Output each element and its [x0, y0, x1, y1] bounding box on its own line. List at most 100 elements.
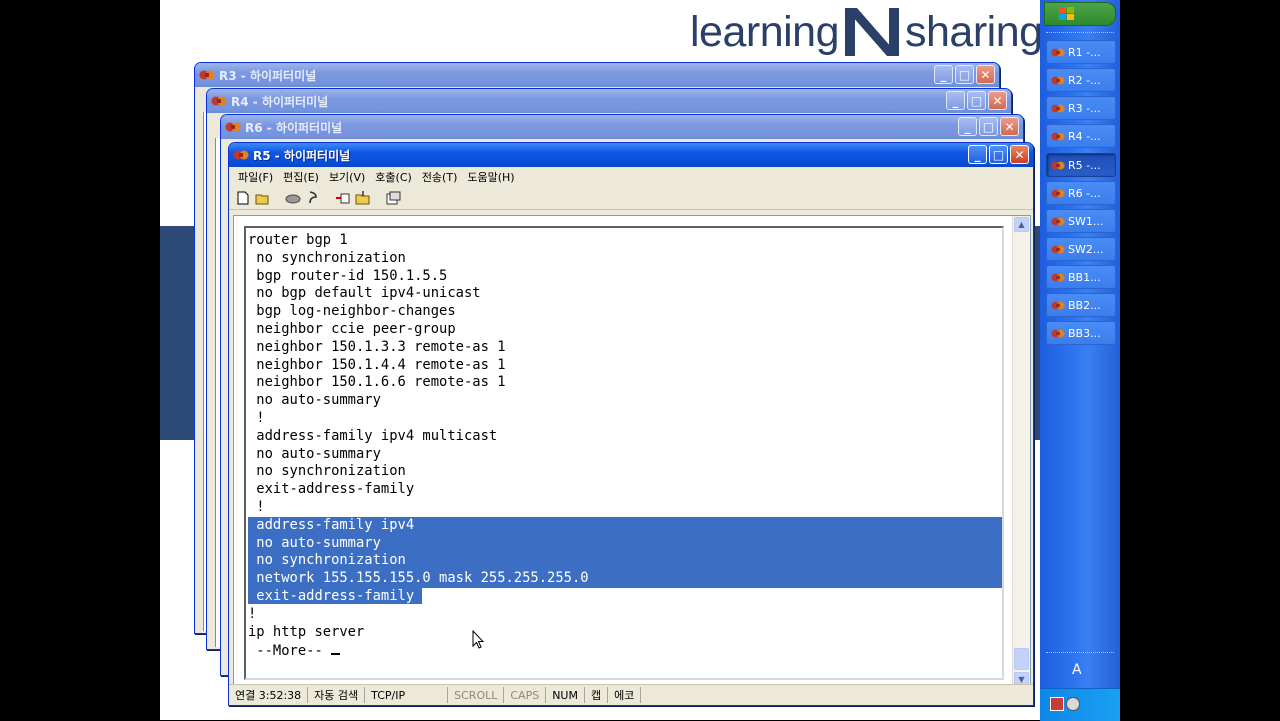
scroll-up-button[interactable]: ▲: [1014, 217, 1029, 232]
taskbar-button[interactable]: R1 -...: [1046, 40, 1116, 64]
close-button[interactable]: ✕: [976, 65, 995, 84]
menu-view[interactable]: 보기(V): [324, 169, 370, 185]
taskbar-button[interactable]: BB2...: [1046, 293, 1116, 317]
taskbar-button[interactable]: R5 -...: [1046, 153, 1116, 177]
taskbar-button[interactable]: BB1...: [1046, 265, 1116, 289]
maximize-icon: □: [992, 147, 1005, 162]
menu-help[interactable]: 도움말(H): [462, 169, 519, 185]
taskbar-button[interactable]: R2 -...: [1046, 68, 1116, 92]
hyperterminal-icon: [1051, 273, 1065, 281]
terminal-output[interactable]: router bgp 1 no synchronization bgp rout…: [244, 226, 1004, 680]
taskbar-button[interactable]: SW1...: [1046, 209, 1116, 233]
maximize-icon: □: [970, 93, 983, 108]
window-r4-titlebar[interactable]: R4 - 하이퍼터미널 _ □ ✕: [207, 89, 1011, 113]
close-button[interactable]: ✕: [1000, 117, 1019, 136]
right-letterbox: [1120, 0, 1280, 720]
window-r5[interactable]: R5 - 하이퍼터미널 _ □ ✕ 파일(F) 편집(E) 보기(V) 호출(C…: [228, 142, 1034, 706]
menu-file[interactable]: 파일(F): [233, 169, 278, 185]
tray-app-icon[interactable]: [1050, 697, 1064, 711]
close-button[interactable]: ✕: [988, 91, 1007, 110]
terminal-line: router bgp 1: [248, 232, 348, 248]
taskbar-button-label: BB1...: [1068, 270, 1101, 284]
close-icon: ✕: [1014, 147, 1025, 162]
taskbar-button[interactable]: BB3...: [1046, 321, 1116, 345]
logo-mark-icon: [845, 8, 899, 56]
scroll-down-icon: ▼: [1018, 675, 1025, 684]
minimize-button[interactable]: _: [934, 65, 953, 84]
hyperterminal-icon: [1051, 104, 1065, 112]
close-icon: ✕: [992, 93, 1003, 108]
close-icon: ✕: [1004, 119, 1015, 134]
window-r6-titlebar[interactable]: R6 - 하이퍼터미널 _ □ ✕: [221, 115, 1023, 139]
terminal-line-selected-partial: exit-address-family: [248, 587, 1002, 606]
maximize-button[interactable]: □: [967, 91, 986, 110]
status-auto-detect: 자동 검색: [308, 687, 366, 703]
terminal-prompt-line: --More--: [248, 641, 1002, 659]
terminal-line: neighbor ccie peer-group: [248, 320, 456, 337]
minimize-icon: _: [940, 67, 947, 82]
taskbar-button-label: BB3...: [1068, 326, 1101, 340]
terminal-line: ip http server: [248, 623, 365, 640]
start-button[interactable]: [1044, 2, 1116, 26]
tray-volume-icon[interactable]: [1066, 697, 1080, 711]
taskbar-button[interactable]: SW2...: [1046, 237, 1116, 261]
taskbar-button-label: R2 -...: [1068, 73, 1101, 87]
terminal-line: no auto-summary: [248, 445, 381, 462]
window-r6-title: R6 - 하이퍼터미널: [245, 120, 343, 135]
terminal-line: no synchronization: [248, 249, 406, 266]
terminal-line-selected: network 155.155.155.0 mask 255.255.255.0: [248, 570, 1002, 588]
maximize-button[interactable]: □: [979, 117, 998, 136]
maximize-button[interactable]: □: [955, 65, 974, 84]
new-button[interactable]: [235, 190, 251, 206]
learning-sharing-logo: learning sharing: [690, 4, 1043, 60]
hyperterminal-icon: [1051, 76, 1065, 84]
menu-edit[interactable]: 편집(E): [278, 169, 324, 185]
hyperterminal-icon: [1051, 245, 1065, 253]
taskbar-button-label: SW2...: [1068, 242, 1104, 256]
menu-call[interactable]: 호출(C): [370, 169, 417, 185]
terminal-line: no synchronization: [248, 463, 406, 480]
scroll-thumb[interactable]: [1014, 648, 1029, 670]
terminal-line: !: [248, 409, 265, 426]
taskbar-button-label: R5 -...: [1068, 158, 1101, 172]
close-button[interactable]: ✕: [1010, 145, 1029, 164]
minimize-icon: _: [952, 93, 959, 108]
window-r3-titlebar[interactable]: R3 - 하이퍼터미널 _ □ ✕: [195, 63, 999, 87]
menu-transfer[interactable]: 전송(T): [417, 169, 463, 185]
hyperterminal-icon: [1051, 189, 1065, 197]
taskbar-button[interactable]: R6 -...: [1046, 181, 1116, 205]
window-r5-title: R5 - 하이퍼터미널: [253, 148, 351, 163]
hyperterminal-icon: [1051, 161, 1065, 169]
receive-file-button[interactable]: [355, 190, 371, 206]
language-indicator[interactable]: A: [1072, 662, 1082, 678]
terminal-line: bgp router-id 150.1.5.5: [248, 267, 448, 284]
dial-button[interactable]: [305, 190, 321, 206]
hyperterminal-icon: [1051, 48, 1065, 56]
send-file-icon: [336, 193, 350, 203]
hyperterminal-icon: [1051, 132, 1065, 140]
open-button[interactable]: [255, 190, 271, 206]
logo-right-text: sharing: [905, 7, 1043, 56]
disconnect-button[interactable]: [285, 190, 301, 206]
minimize-button[interactable]: _: [968, 145, 987, 164]
send-file-button[interactable]: [335, 190, 351, 206]
selected-text: exit-address-family: [248, 587, 415, 604]
new-icon: [237, 191, 249, 205]
properties-button[interactable]: [385, 190, 401, 206]
minimize-button[interactable]: _: [958, 117, 977, 136]
hyperterminal-icon: [1051, 329, 1065, 337]
windows-flag-icon: [1059, 7, 1074, 20]
window-r5-titlebar[interactable]: R5 - 하이퍼터미널 _ □ ✕: [229, 143, 1033, 167]
hyperterminal-icon: [211, 96, 227, 106]
terminal-line: !: [248, 498, 265, 515]
minimize-button[interactable]: _: [946, 91, 965, 110]
vertical-scrollbar[interactable]: ▲ ▼: [1012, 216, 1030, 688]
terminal-line: address-family ipv4 multicast: [248, 427, 498, 444]
terminal-line: neighbor 150.1.6.6 remote-as 1: [248, 374, 506, 391]
taskbar-button[interactable]: R4 -...: [1046, 124, 1116, 148]
terminal-line-selected: no auto-summary: [248, 534, 1002, 553]
terminal-line: neighbor 150.1.4.4 remote-as 1: [248, 356, 506, 373]
taskbar-button[interactable]: R3 -...: [1046, 96, 1116, 120]
taskbar-button-label: SW1...: [1068, 214, 1104, 228]
maximize-button[interactable]: □: [989, 145, 1008, 164]
